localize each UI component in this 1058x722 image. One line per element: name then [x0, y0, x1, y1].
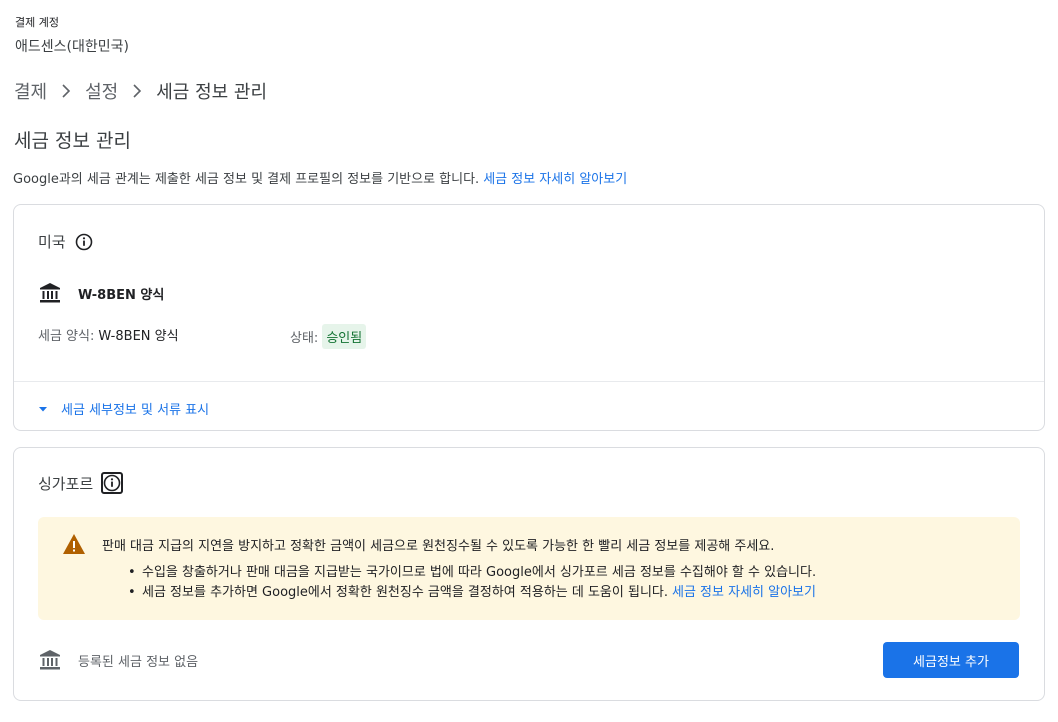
intro-description: Google과의 세금 관계는 제출한 세금 정보 및 결제 프로필의 정보를 …: [13, 172, 480, 187]
show-tax-details-toggle[interactable]: 세금 세부정보 및 서류 표시: [38, 399, 209, 418]
form-type-value: W-8BEN 양식: [98, 329, 179, 344]
learn-more-link[interactable]: 세금 정보 자세히 알아보기: [672, 585, 816, 600]
caret-down-icon: [38, 404, 48, 414]
tax-form-type: 세금 양식: W-8BEN 양식: [38, 325, 179, 344]
warning-bullets: 수입을 창출하거나 판매 대금을 지급받는 국가이므로 법에 따라 Google…: [126, 563, 816, 603]
tax-info-warning: 판매 대금 지급의 지연을 방지하고 정확한 금액이 세금으로 원천징수될 수 …: [38, 517, 1020, 620]
sg-tax-card: 싱가포르 판매 대금 지급의 지연을 방지하고 정확한 금액이 세금으로 원천징…: [13, 447, 1045, 701]
no-tax-info-row: 등록된 세금 정보 없음: [38, 648, 198, 672]
status-label: 상태:: [290, 331, 319, 346]
country-heading-us: 미국: [38, 231, 94, 252]
add-tax-info-button[interactable]: 세금정보 추가: [883, 642, 1019, 678]
tax-form-name: W-8BEN 양식: [78, 287, 165, 303]
warning-message: 판매 대금 지급의 지연을 방지하고 정확한 금액이 세금으로 원천징수될 수 …: [102, 539, 775, 554]
breadcrumb-item-billing[interactable]: 결제: [14, 78, 47, 104]
account-label: 결제 계정: [15, 16, 59, 29]
intro-text: Google과의 세금 관계는 제출한 세금 정보 및 결제 프로필의 정보를 …: [13, 168, 627, 187]
tax-status: 상태: 승인됨: [290, 324, 367, 349]
form-type-label: 세금 양식:: [38, 329, 95, 344]
warning-bullet-text: 수입을 창출하거나 판매 대금을 지급받는 국가이므로 법에 따라 Google…: [142, 565, 817, 580]
info-icon[interactable]: [74, 232, 94, 252]
divider: [14, 381, 1044, 382]
page-title: 세금 정보 관리: [14, 130, 131, 152]
bank-icon: [38, 648, 62, 672]
breadcrumb-item-settings[interactable]: 설정: [85, 78, 118, 104]
warning-bullet: 수입을 창출하거나 판매 대금을 지급받는 국가이므로 법에 따라 Google…: [126, 563, 816, 583]
learn-more-link[interactable]: 세금 정보 자세히 알아보기: [483, 172, 627, 187]
expander-label: 세금 세부정보 및 서류 표시: [61, 403, 210, 418]
country-name: 싱가포르: [38, 474, 94, 493]
tax-form-row: W-8BEN 양식: [38, 281, 164, 305]
breadcrumb-current: 세금 정보 관리: [156, 82, 268, 103]
country-heading-sg: 싱가포르: [38, 472, 124, 494]
chevron-right-icon: [61, 84, 71, 98]
us-tax-card: 미국 W-8BEN 양식 세금 양식: W-8BEN 양식 상태: 승인됨 세금…: [13, 204, 1045, 431]
empty-state-text: 등록된 세금 정보 없음: [78, 654, 199, 670]
warning-bullet-text: 세금 정보를 추가하면 Google에서 정확한 원천징수 금액을 결정하여 적…: [142, 585, 668, 600]
country-name: 미국: [38, 233, 66, 251]
status-badge: 승인됨: [322, 324, 367, 349]
chevron-right-icon: [132, 84, 142, 98]
warning-icon: [62, 533, 86, 555]
account-name: 애드센스(대한민국): [15, 39, 129, 55]
bank-icon: [38, 281, 62, 305]
warning-bullet: 세금 정보를 추가하면 Google에서 정확한 원천징수 금액을 결정하여 적…: [126, 583, 816, 603]
info-icon[interactable]: [101, 472, 124, 494]
breadcrumb: 결제 설정 세금 정보 관리: [14, 78, 267, 104]
